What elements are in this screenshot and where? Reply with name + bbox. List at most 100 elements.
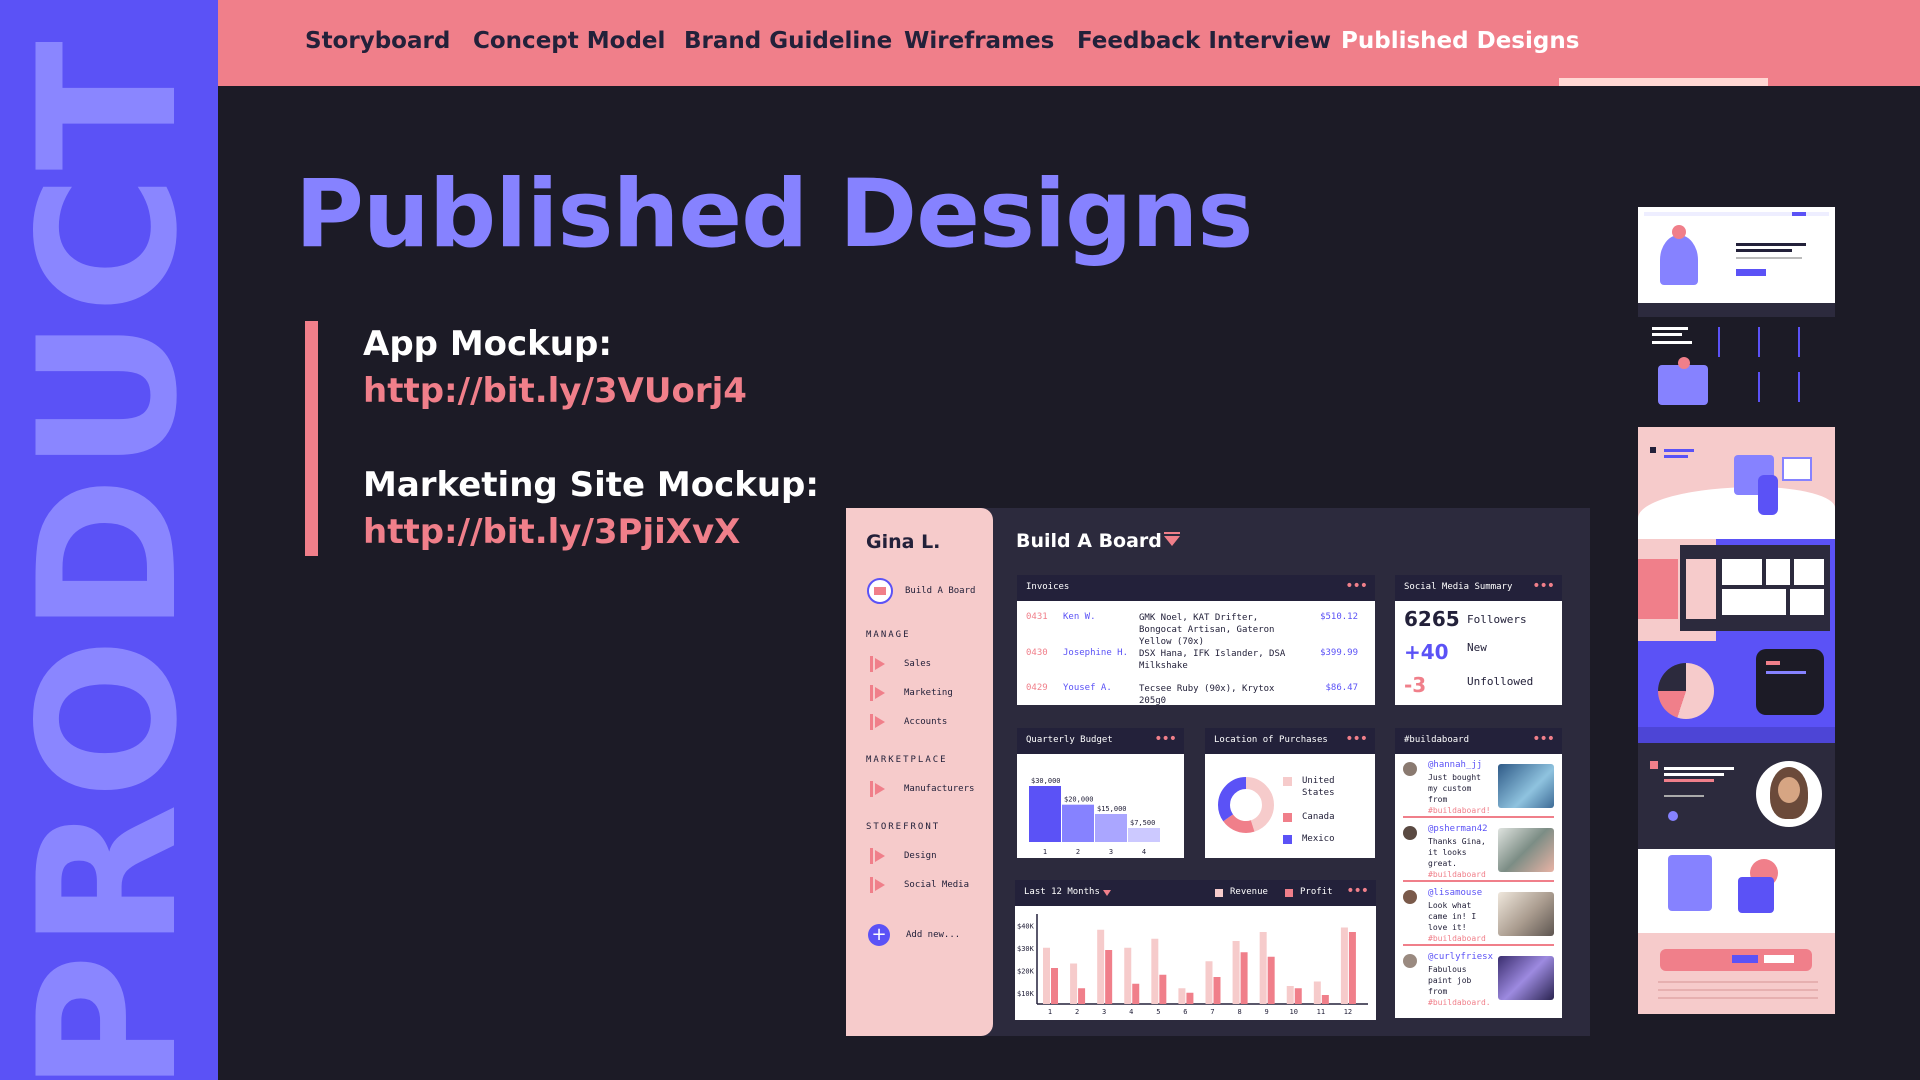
feed-post[interactable]: @psherman42 Thanks Gina, it looks great.… (1395, 818, 1562, 882)
budget-x-tick: 4 (1142, 848, 1146, 856)
tab-brand-guideline[interactable]: Brand Guideline (684, 28, 892, 54)
post-text: Just bought my custom from #buildaboard! (1428, 773, 1491, 815)
section-marketplace: MARKETPLACE (866, 755, 948, 765)
location-card: Location of Purchases ••• United States … (1205, 728, 1375, 858)
play-icon (870, 656, 885, 672)
more-icon[interactable]: ••• (1532, 731, 1555, 747)
section-storefront: STOREFRONT (866, 822, 941, 832)
x-tick-label: 9 (1265, 1008, 1269, 1016)
more-icon[interactable]: ••• (1346, 883, 1369, 899)
tab-storyboard[interactable]: Storyboard (305, 28, 450, 54)
invoice-number: 0431 (1026, 612, 1048, 622)
social-summary-card: Social Media Summary ••• 6265 Followers … (1395, 575, 1562, 705)
post-handle: @lisamouse (1428, 888, 1483, 898)
revenue-bar (1259, 932, 1267, 1004)
tab-concept-model[interactable]: Concept Model (473, 28, 665, 54)
feed-post[interactable]: @curlyfriesx Fabulous paint job from #bui… (1395, 946, 1562, 1010)
thumbnail-testimonial[interactable] (1638, 743, 1835, 849)
sidebar-item-marketing[interactable]: Marketing (870, 685, 953, 701)
thumbnail-customize[interactable] (1638, 539, 1835, 641)
active-tab-indicator (1559, 78, 1768, 86)
more-icon[interactable]: ••• (1154, 731, 1177, 747)
play-icon (870, 714, 885, 730)
sidebar-item-manufacturers[interactable]: Manufacturers (870, 781, 974, 797)
last-12-months-card: Last 12 Months Revenue Profit ••• $40K $3… (1015, 880, 1376, 1020)
thumbnail-hero[interactable] (1638, 207, 1835, 317)
tab-wireframes[interactable]: Wireframes (904, 28, 1054, 54)
more-icon[interactable]: ••• (1345, 731, 1368, 747)
revenue-bar (1070, 963, 1078, 1004)
card-title: #buildaboard (1404, 735, 1470, 745)
legend-swatch (1283, 835, 1292, 844)
legend-item: Canada (1283, 811, 1335, 823)
revenue-bar (1151, 938, 1159, 1004)
x-tick-label: 7 (1210, 1008, 1214, 1016)
legend-item: Mexico (1283, 833, 1335, 845)
invoice-number: 0430 (1026, 648, 1048, 658)
sidebar-item-accounts[interactable]: Accounts (870, 714, 947, 730)
play-icon (870, 685, 885, 701)
budget-bar-label: $15,000 (1097, 805, 1127, 813)
thumbnail-reasons[interactable] (1638, 317, 1835, 427)
user-name: Gina L. (866, 531, 941, 553)
add-new-button[interactable]: + Add new... (868, 924, 960, 946)
tab-feedback-interview[interactable]: Feedback Interview (1077, 28, 1331, 54)
legend-swatch (1283, 777, 1292, 786)
revenue-bar (1205, 961, 1213, 1004)
play-icon (870, 877, 885, 893)
budget-bar (1095, 814, 1127, 842)
sidebar-item-design[interactable]: Design (870, 848, 937, 864)
followers-label: Followers (1467, 613, 1527, 626)
profit-bar (1240, 952, 1248, 1004)
sidebar-item-label: Manufacturers (904, 784, 975, 794)
profit-bar (1105, 950, 1113, 1004)
card-header: Quarterly Budget ••• (1017, 728, 1184, 754)
feed-post[interactable]: @lisamouse Look what came in! I love it!… (1395, 882, 1562, 946)
profit-bar (1294, 988, 1302, 1004)
section-manage: MANAGE (866, 630, 911, 640)
legend-label: Canada (1302, 812, 1335, 822)
more-icon[interactable]: ••• (1345, 578, 1368, 594)
x-tick-label: 2 (1075, 1008, 1079, 1016)
avatar (1403, 954, 1417, 968)
unfollowed-count: -3 (1404, 673, 1427, 697)
quarterly-budget-card: Quarterly Budget ••• $30,000 1 $20,000 2 $15… (1017, 728, 1184, 858)
revenue-bar (1043, 947, 1050, 1004)
post-handle: @curlyfriesx (1428, 952, 1494, 962)
revenue-bar (1313, 981, 1321, 1004)
sidebar-item-label: Accounts (904, 717, 948, 727)
profit-bar (1078, 988, 1086, 1004)
card-header: Invoices ••• (1017, 575, 1375, 601)
legend-swatch (1285, 889, 1293, 897)
profit-bar (1321, 995, 1329, 1004)
profit-bar (1267, 956, 1275, 1004)
x-tick-label: 4 (1129, 1008, 1133, 1016)
top-nav: Storyboard Concept Model Brand Guideline… (218, 0, 1920, 86)
revenue-bar (1124, 947, 1132, 1004)
thumbnail-growth[interactable] (1638, 641, 1835, 743)
legend-item: United States (1283, 775, 1344, 799)
app-mockup-link[interactable]: http://bit.ly/3VUorj4 (363, 371, 747, 411)
revenue-bar (1178, 988, 1186, 1004)
more-icon[interactable]: ••• (1532, 578, 1555, 594)
dropdown-icon[interactable] (1103, 890, 1111, 896)
post-handle: @hannah_jj (1428, 760, 1483, 770)
x-tick-label: 11 (1317, 1008, 1325, 1016)
feed-post[interactable]: @hannah_jj Just bought my custom from #bu… (1395, 754, 1562, 818)
keyboard-photo (1498, 764, 1554, 808)
side-rail: PRODUCT (0, 0, 218, 1080)
thumbnail-door[interactable] (1638, 427, 1835, 539)
new-followers-count: +40 (1404, 640, 1449, 664)
board-dropdown-icon[interactable] (1164, 532, 1180, 546)
budget-bar-label: $30,000 (1031, 777, 1061, 785)
sidebar-item-sales[interactable]: Sales (870, 656, 931, 672)
thumbnail-footer[interactable] (1638, 849, 1835, 1014)
invoice-description: GMK Noel, KAT Drifter, Bongocat Artisan,… (1139, 613, 1275, 647)
invoice-customer: Ken W. (1063, 612, 1096, 622)
tab-published-designs[interactable]: Published Designs (1341, 28, 1579, 54)
quarterly-budget-chart: $30,000 1 $20,000 2 $15,000 3 $7,500 4 (1029, 777, 1160, 856)
sidebar-item-social-media[interactable]: Social Media (870, 877, 969, 893)
sidebar-board-name[interactable]: Build A Board (905, 586, 975, 596)
marketing-mockup-link[interactable]: http://bit.ly/3PjiXvX (363, 512, 740, 552)
invoice-description: DSX Hana, IFK Islander, DSA Milkshake (1139, 649, 1286, 671)
